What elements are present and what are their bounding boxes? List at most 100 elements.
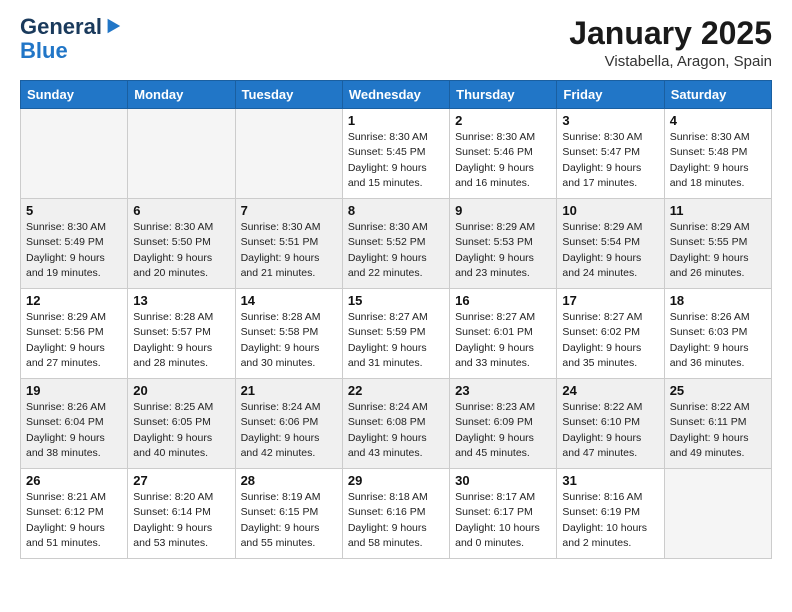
day-info: Sunrise: 8:25 AM Sunset: 6:05 PM Dayligh… [133,400,229,461]
table-row: 31Sunrise: 8:16 AM Sunset: 6:19 PM Dayli… [557,469,664,559]
day-number: 12 [26,293,122,308]
logo-blue-text: Blue [20,38,68,63]
header-tuesday: Tuesday [235,81,342,109]
table-row: 26 Sunrise: 8:21 AM Sunset: 6:12 PM Dayli… [21,469,128,559]
day-info: Sunrise: 8:26 AM Sunset: 6:04 PM Dayligh… [26,400,122,461]
day-number: 24 [562,383,658,398]
day-number: 6 [133,203,229,218]
day-info: Sunrise: 8:24 AM Sunset: 6:06 PM Dayligh… [241,400,337,461]
location-title: Vistabella, Aragon, Spain [569,53,772,70]
table-row: 11 Sunrise: 8:29 AM Sunset: 5:55 PM Dayli… [664,199,771,289]
table-row: 14Sunrise: 8:28 AM Sunset: 5:58 PM Dayli… [235,289,342,379]
day-number: 3 [562,113,658,128]
table-row: 29Sunrise: 8:18 AM Sunset: 6:16 PM Dayli… [342,469,449,559]
table-row: 25 Sunrise: 8:22 AM Sunset: 6:11 PM Dayli… [664,379,771,469]
day-info: Sunrise: 8:30 AM Sunset: 5:47 PM Dayligh… [562,130,658,191]
day-info: Sunrise: 8:30 AM Sunset: 5:52 PM Dayligh… [348,220,444,281]
day-number: 19 [26,383,122,398]
day-info: Sunrise: 8:17 AM Sunset: 6:17 PM Dayligh… [455,490,551,551]
day-info: Sunrise: 8:22 AM Sunset: 6:10 PM Dayligh… [562,400,658,461]
table-row: 5Sunrise: 8:30 AM Sunset: 5:49 PM Daylig… [21,199,128,289]
day-number: 22 [348,383,444,398]
day-info: Sunrise: 8:28 AM Sunset: 5:57 PM Dayligh… [133,310,229,371]
table-row [21,109,128,199]
day-number: 11 [670,203,766,218]
day-number: 16 [455,293,551,308]
table-row: 6 Sunrise: 8:30 AM Sunset: 5:50 PM Daylig… [128,199,235,289]
table-row: 17 Sunrise: 8:27 AM Sunset: 6:02 PM Dayli… [557,289,664,379]
table-row: 18 Sunrise: 8:26 AM Sunset: 6:03 PM Dayli… [664,289,771,379]
table-row: 2 Sunrise: 8:30 AM Sunset: 5:46 PM Daylig… [450,109,557,199]
day-number: 18 [670,293,766,308]
day-number: 7 [241,203,337,218]
day-number: 20 [133,383,229,398]
table-row: 16 Sunrise: 8:27 AM Sunset: 6:01 PM Dayli… [450,289,557,379]
day-number: 2 [455,113,551,128]
table-row: 21 Sunrise: 8:24 AM Sunset: 6:06 PM Dayli… [235,379,342,469]
day-info: Sunrise: 8:29 AM Sunset: 5:54 PM Dayligh… [562,220,658,281]
day-number: 21 [241,383,337,398]
day-info: Sunrise: 8:30 AM Sunset: 5:50 PM Dayligh… [133,220,229,281]
logo: General Blue [20,16,122,64]
day-info: Sunrise: 8:19 AM Sunset: 6:15 PM Dayligh… [241,490,337,551]
header-friday: Friday [557,81,664,109]
day-info: Sunrise: 8:26 AM Sunset: 6:03 PM Dayligh… [670,310,766,371]
day-info: Sunrise: 8:24 AM Sunset: 6:08 PM Dayligh… [348,400,444,461]
day-info: Sunrise: 8:29 AM Sunset: 5:56 PM Dayligh… [26,310,122,371]
title-block: January 2025 Vistabella, Aragon, Spain [569,16,772,70]
day-number: 28 [241,473,337,488]
page: General Blue January 2025 Vistabella, Ar… [0,0,792,575]
day-info: Sunrise: 8:21 AM Sunset: 6:12 PM Dayligh… [26,490,122,551]
day-number: 30 [455,473,551,488]
day-number: 23 [455,383,551,398]
table-row: 30 Sunrise: 8:17 AM Sunset: 6:17 PM Dayli… [450,469,557,559]
day-info: Sunrise: 8:20 AM Sunset: 6:14 PM Dayligh… [133,490,229,551]
month-title: January 2025 [569,16,772,51]
day-number: 31 [562,473,658,488]
table-row: 27 Sunrise: 8:20 AM Sunset: 6:14 PM Dayli… [128,469,235,559]
weekday-header-row: Sunday Monday Tuesday Wednesday Thursday… [21,81,772,109]
day-number: 25 [670,383,766,398]
day-number: 29 [348,473,444,488]
logo-general-text: General [20,16,102,38]
day-info: Sunrise: 8:22 AM Sunset: 6:11 PM Dayligh… [670,400,766,461]
day-number: 10 [562,203,658,218]
day-number: 8 [348,203,444,218]
day-info: Sunrise: 8:30 AM Sunset: 5:45 PM Dayligh… [348,130,444,191]
day-info: Sunrise: 8:27 AM Sunset: 5:59 PM Dayligh… [348,310,444,371]
day-number: 5 [26,203,122,218]
day-info: Sunrise: 8:29 AM Sunset: 5:55 PM Dayligh… [670,220,766,281]
day-info: Sunrise: 8:28 AM Sunset: 5:58 PM Dayligh… [241,310,337,371]
calendar-week-row: 19 Sunrise: 8:26 AM Sunset: 6:04 PM Dayli… [21,379,772,469]
table-row: 22 Sunrise: 8:24 AM Sunset: 6:08 PM Dayli… [342,379,449,469]
table-row: 12 Sunrise: 8:29 AM Sunset: 5:56 PM Dayli… [21,289,128,379]
table-row: 13 Sunrise: 8:28 AM Sunset: 5:57 PM Dayli… [128,289,235,379]
day-info: Sunrise: 8:30 AM Sunset: 5:48 PM Dayligh… [670,130,766,191]
table-row: 15Sunrise: 8:27 AM Sunset: 5:59 PM Dayli… [342,289,449,379]
day-number: 1 [348,113,444,128]
header-wednesday: Wednesday [342,81,449,109]
table-row: 20 Sunrise: 8:25 AM Sunset: 6:05 PM Dayli… [128,379,235,469]
day-number: 17 [562,293,658,308]
day-info: Sunrise: 8:27 AM Sunset: 6:01 PM Dayligh… [455,310,551,371]
day-number: 27 [133,473,229,488]
table-row: 19 Sunrise: 8:26 AM Sunset: 6:04 PM Dayli… [21,379,128,469]
day-info: Sunrise: 8:27 AM Sunset: 6:02 PM Dayligh… [562,310,658,371]
day-info: Sunrise: 8:30 AM Sunset: 5:46 PM Dayligh… [455,130,551,191]
calendar-week-row: 1 Sunrise: 8:30 AM Sunset: 5:45 PM Daylig… [21,109,772,199]
day-number: 4 [670,113,766,128]
calendar-week-row: 12 Sunrise: 8:29 AM Sunset: 5:56 PM Dayli… [21,289,772,379]
calendar-week-row: 26 Sunrise: 8:21 AM Sunset: 6:12 PM Dayli… [21,469,772,559]
table-row: 28 Sunrise: 8:19 AM Sunset: 6:15 PM Dayli… [235,469,342,559]
table-row: 8 Sunrise: 8:30 AM Sunset: 5:52 PM Daylig… [342,199,449,289]
header-sunday: Sunday [21,81,128,109]
table-row: 4 Sunrise: 8:30 AM Sunset: 5:48 PM Daylig… [664,109,771,199]
table-row [128,109,235,199]
table-row: 1 Sunrise: 8:30 AM Sunset: 5:45 PM Daylig… [342,109,449,199]
header-monday: Monday [128,81,235,109]
day-number: 13 [133,293,229,308]
table-row: 7Sunrise: 8:30 AM Sunset: 5:51 PM Daylig… [235,199,342,289]
table-row: 3 Sunrise: 8:30 AM Sunset: 5:47 PM Daylig… [557,109,664,199]
day-number: 26 [26,473,122,488]
table-row [664,469,771,559]
